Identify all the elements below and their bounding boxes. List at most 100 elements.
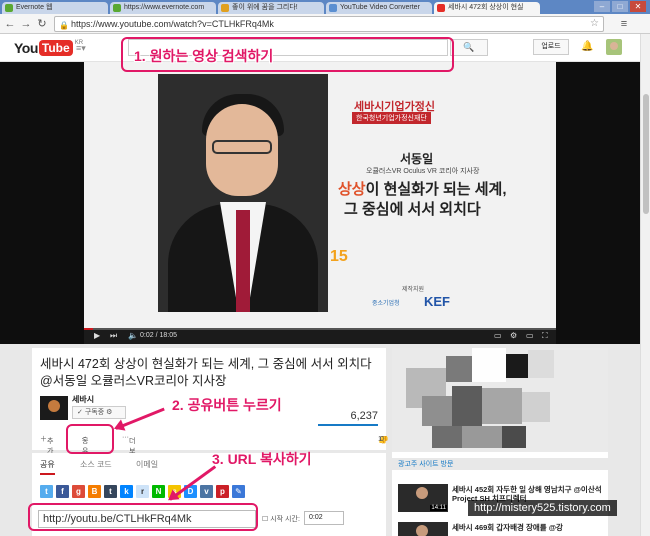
- browser-tab-youtube[interactable]: 세바시 472회 상상이 현실: [434, 2, 540, 14]
- video-title: 세바시 472회 상상이 현실화가 되는 세계, 그 중심에 서서 외치다 @서…: [40, 357, 372, 388]
- captions-icon[interactable]: ▭: [494, 331, 502, 340]
- tab-email[interactable]: 이메일: [136, 459, 158, 470]
- browser-tab-evernote-url[interactable]: https://www.evernote.com: [110, 2, 216, 14]
- annotation-step2: 2. 공유버튼 누르기: [172, 397, 282, 413]
- minimize-icon[interactable]: –: [594, 1, 610, 12]
- start-time-checkbox[interactable]: ☐ 시작 시간:: [262, 514, 300, 524]
- more-button[interactable]: ··· 더보기: [122, 434, 135, 465]
- mss-logo: 중소기업청: [372, 301, 400, 307]
- theater-icon[interactable]: ▭: [526, 331, 534, 340]
- address-bar: ← → ↻ 🔒 https://www.youtube.com/watch?v=…: [0, 14, 650, 34]
- vk-icon[interactable]: v: [200, 485, 213, 498]
- bell-icon[interactable]: 🔔: [581, 41, 593, 52]
- fullscreen-icon[interactable]: ⛶: [542, 331, 548, 341]
- kef-logo: KEF: [424, 294, 450, 309]
- related-video-item[interactable]: 세바시 469회 갑자배경 장애를 @강: [398, 522, 608, 536]
- lock-icon: 🔒: [59, 21, 69, 30]
- annotation-step3: 3. URL 복사하기: [212, 451, 312, 467]
- browser-menu-icon[interactable]: ≡: [618, 18, 630, 30]
- annotation-step1: 1. 원하는 영상 검색하기: [134, 48, 274, 64]
- upload-button[interactable]: 업로드: [533, 39, 569, 55]
- converter-icon: [329, 4, 337, 12]
- pinterest-icon[interactable]: p: [216, 485, 229, 498]
- progress-fill: [84, 328, 94, 330]
- related-thumbnail[interactable]: [398, 522, 448, 536]
- url-text: https://www.youtube.com/watch?v=CTLHkFRq…: [71, 19, 274, 29]
- close-icon[interactable]: ✕: [630, 1, 646, 12]
- player-controls: ▶ ⏭ 🔈 0:02 / 18:05 ▭ ⚙ ▭ ⛶: [84, 328, 556, 344]
- tab-share[interactable]: 공유: [40, 459, 55, 475]
- evernote-icon: [113, 4, 121, 12]
- speaker-role: 오큘러스VR Oculus VR 코리아 지사장: [366, 168, 480, 175]
- maximize-icon[interactable]: □: [612, 1, 628, 12]
- channel-avatar[interactable]: [40, 396, 68, 420]
- related-title[interactable]: 세바시 469회 갑자배경 장애를 @강: [452, 523, 606, 532]
- video-player[interactable]: 15 세바시기업가정신 한국청년기업가정신재단 서동일 오큘러스VR Oculu…: [0, 62, 640, 344]
- tab-label: YouTube Video Converter: [340, 4, 420, 11]
- kakao-icon[interactable]: k: [120, 485, 133, 498]
- view-count: 6,237: [350, 410, 378, 422]
- like-ratio-bar: [318, 424, 378, 426]
- talk-title-line1: 상상이 현실화가 되는 세계,: [338, 178, 506, 199]
- blog-icon: [221, 4, 229, 12]
- related-thumbnail[interactable]: 14:11: [398, 484, 448, 512]
- volume-icon[interactable]: 🔈: [128, 331, 138, 340]
- tab-label: Evernote 웹: [16, 4, 53, 11]
- tab-label: 좋이 위에 꿈을 그리다!: [232, 4, 298, 11]
- progress-bar[interactable]: [84, 328, 556, 330]
- start-time-input[interactable]: 0:02: [304, 511, 344, 525]
- twitter-icon[interactable]: t: [40, 485, 53, 498]
- youtube-icon: [437, 4, 445, 12]
- settings-gear-icon[interactable]: ⚙: [510, 331, 517, 340]
- like-dislike: 👍 17 👎 0: [378, 434, 389, 444]
- reddit-icon[interactable]: r: [136, 485, 149, 498]
- add-to-button[interactable]: ＋ 추가: [40, 434, 53, 455]
- tab-label: 세바시 472회 상상이 현실: [448, 4, 524, 11]
- speaker-photo: [158, 74, 328, 312]
- next-icon[interactable]: ⏭: [110, 331, 117, 341]
- browser-tab-bar: Evernote 웹 https://www.evernote.com 좋이 위…: [0, 0, 650, 14]
- browser-tab-blog[interactable]: 좋이 위에 꿈을 그리다!: [218, 2, 324, 14]
- link-icon[interactable]: ✎: [232, 485, 245, 498]
- naver-icon[interactable]: N: [152, 485, 165, 498]
- ad-image: [392, 348, 608, 452]
- facebook-icon[interactable]: f: [56, 485, 69, 498]
- reload-icon[interactable]: ↻: [36, 18, 48, 30]
- speaker-name: 서동일: [400, 152, 434, 166]
- subscribe-label: 구독중: [84, 409, 105, 416]
- browser-tab-converter[interactable]: YouTube Video Converter: [326, 2, 432, 14]
- play-icon[interactable]: ▶: [94, 331, 100, 340]
- talk-title-line2: 그 중심에 서서 외치다: [344, 201, 481, 218]
- talk-highlight: 상상: [338, 181, 366, 198]
- back-icon[interactable]: ←: [4, 18, 16, 30]
- forward-icon[interactable]: →: [20, 18, 32, 30]
- scrollbar-thumb[interactable]: [643, 94, 649, 214]
- logo-you-text: You: [14, 40, 38, 56]
- logo-tube-text: Tube: [38, 40, 73, 56]
- youtube-logo[interactable]: You Tube KR: [14, 40, 83, 56]
- avatar[interactable]: [606, 39, 622, 55]
- blogger-icon[interactable]: B: [88, 485, 101, 498]
- channel-name[interactable]: 세바시: [72, 394, 94, 405]
- talk-line1-rest: 이 현실화가 되는 세계,: [365, 181, 507, 198]
- window-controls: – □ ✕: [594, 1, 646, 12]
- subscribe-button[interactable]: ✓ 구독중 ⚙: [72, 406, 126, 419]
- sidebar-ad[interactable]: [392, 348, 608, 458]
- googleplus-icon[interactable]: g: [72, 485, 85, 498]
- ad-visit-link[interactable]: 광고주 사이트 방문: [398, 459, 453, 469]
- anniversary-badge: 15: [330, 248, 348, 265]
- browser-tab-evernote[interactable]: Evernote 웹: [2, 2, 108, 14]
- evernote-icon: [5, 4, 13, 12]
- time-display: 0:02 / 18:05: [140, 332, 177, 339]
- tumblr-icon[interactable]: t: [104, 485, 117, 498]
- tab-embed[interactable]: 소스 코드: [80, 459, 112, 470]
- video-frame[interactable]: 15 세바시기업가정신 한국청년기업가정신재단 서동일 오큘러스VR Oculu…: [84, 62, 556, 328]
- start-time-label: 시작 시간:: [270, 516, 300, 523]
- search-button[interactable]: 🔍: [450, 39, 488, 56]
- page-scrollbar[interactable]: [640, 34, 650, 536]
- conference-subtitle: 한국청년기업가정신재단: [352, 112, 431, 124]
- bookmark-star-icon[interactable]: ☆: [590, 17, 599, 31]
- annotation-share-box: [66, 424, 114, 454]
- guide-menu-icon[interactable]: ≡▾: [76, 43, 86, 54]
- url-input[interactable]: 🔒 https://www.youtube.com/watch?v=CTLHkF…: [54, 16, 604, 32]
